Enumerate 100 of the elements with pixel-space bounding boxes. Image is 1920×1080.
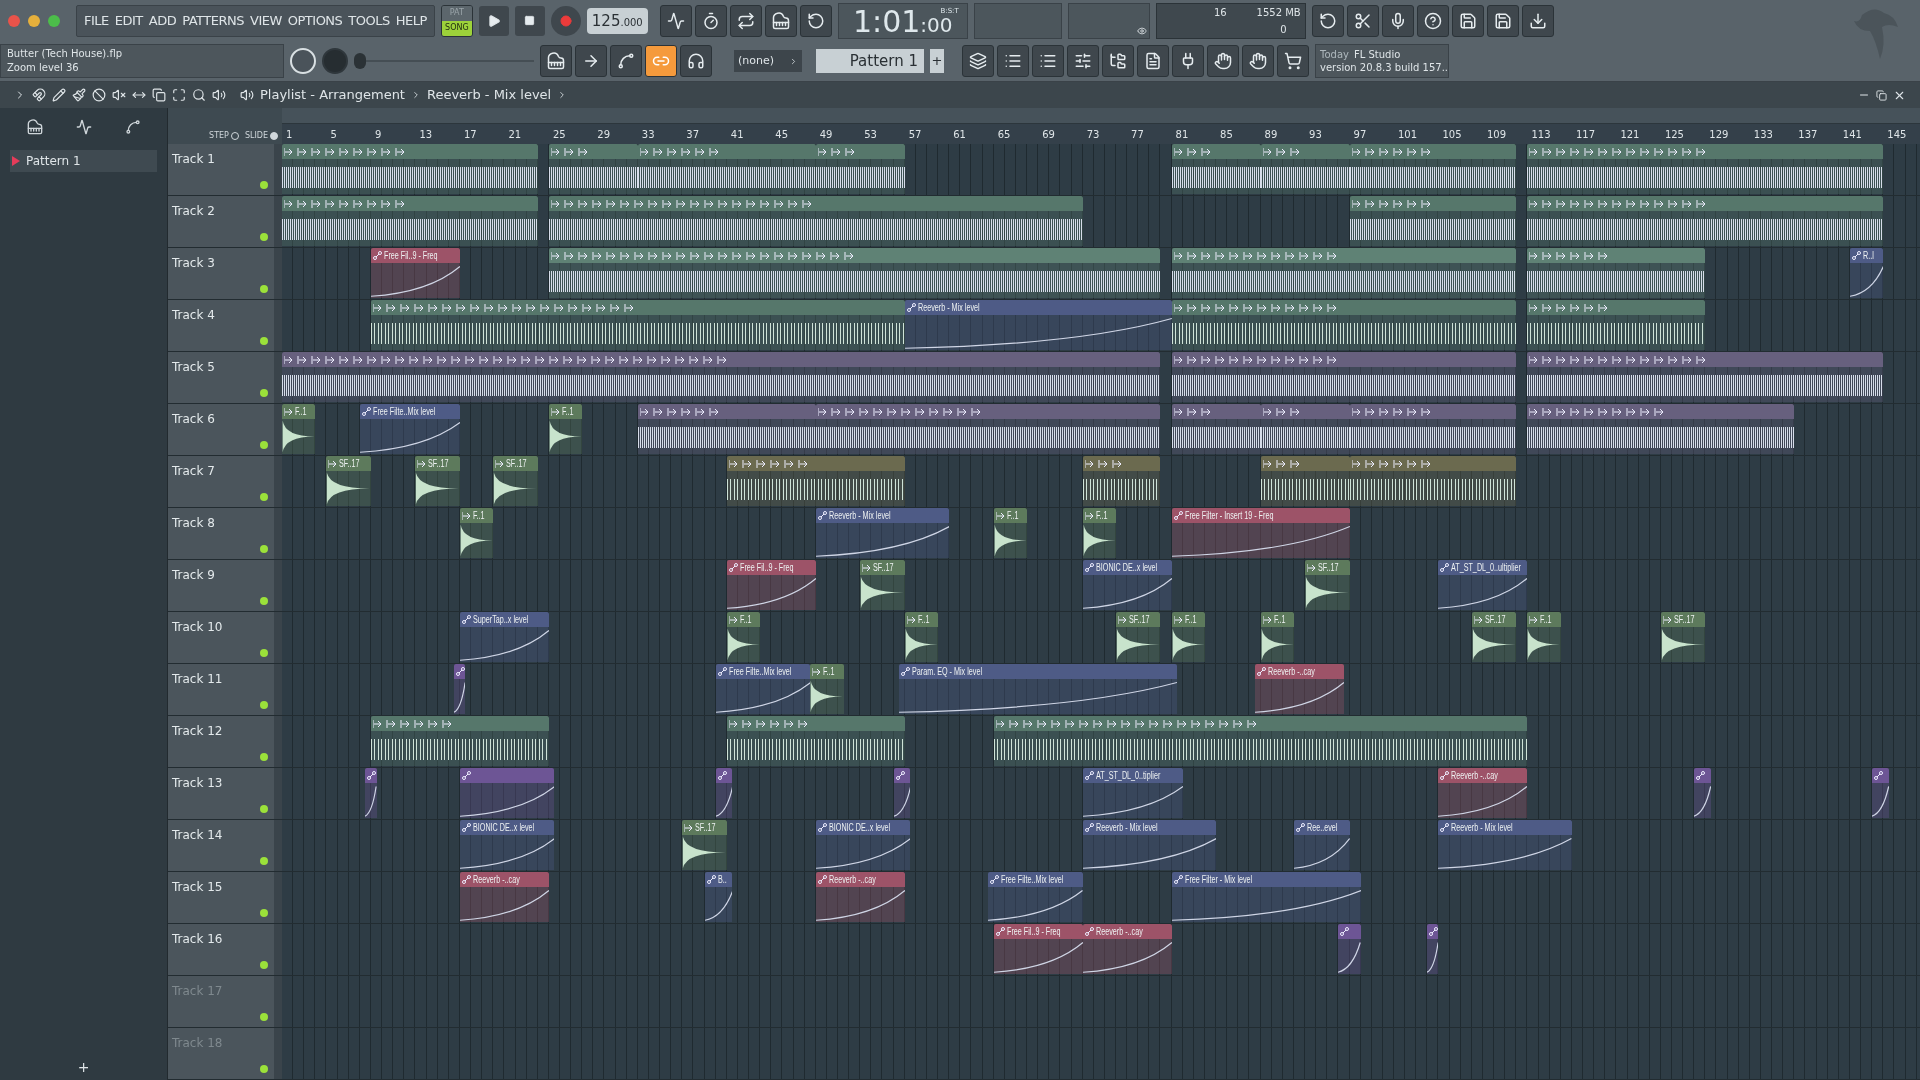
clip-header[interactable]: SF..17 xyxy=(326,456,371,471)
clip-header[interactable]: SF..17 xyxy=(1471,612,1517,627)
clip-header[interactable]: Free Filte..Mix level xyxy=(359,404,460,419)
track-lane[interactable]: Free Fil..9 - Freq Reeverb -..cay xyxy=(282,924,1920,975)
pattern-song-switch[interactable]: PAT SONG xyxy=(440,4,473,37)
clip-header[interactable]: F..1 xyxy=(548,404,583,419)
clip-header[interactable]: F..1 xyxy=(726,612,761,627)
track-header[interactable]: Track 14 xyxy=(168,820,274,871)
clip-header[interactable]: Free Fil..9 - Freq xyxy=(370,248,460,263)
track-header[interactable]: Track 13 xyxy=(168,768,274,819)
bar-number: 97 xyxy=(1353,128,1367,142)
track-header[interactable]: Track 4 xyxy=(168,300,274,351)
clip-header[interactable]: F..1 xyxy=(1082,508,1116,523)
track-lane[interactable]: F..1 Reeverb - Mix level F..1 F..1 Free Filter - Insert 19 - Freq xyxy=(282,508,1920,559)
clip-header[interactable]: F..1 xyxy=(459,508,494,523)
clip-header[interactable]: SF..17 xyxy=(682,820,727,835)
track-lane[interactable]: Reeverb -..cay B.. Reeverb -..cay Free Filte..Mix level Free Filter - Mix level xyxy=(282,872,1920,923)
breadcrumb-item[interactable]: Playlist - Arrangement xyxy=(260,85,405,105)
track-header[interactable]: Track 2 xyxy=(168,196,274,247)
clip-header[interactable]: SF..17 xyxy=(860,560,905,575)
add-button[interactable]: + xyxy=(77,1057,90,1080)
pattern-selector[interactable]: Pattern 1 xyxy=(816,49,924,73)
track-lane[interactable]: SF..17 SF..17 SF..17 xyxy=(282,456,1920,507)
track-header[interactable]: Track 1 xyxy=(168,144,274,195)
clip-header[interactable]: BIONIC DE..x level xyxy=(815,820,911,835)
add-pattern-button[interactable]: + xyxy=(930,49,944,73)
track-header[interactable]: Track 8 xyxy=(168,508,274,559)
clip-header[interactable]: SF..17 xyxy=(1660,612,1706,627)
clip-header[interactable]: Reeverb -..cay xyxy=(459,872,549,887)
menu-item[interactable]: PATTERNS xyxy=(179,10,247,31)
clip-header[interactable]: Reeverb - Mix level xyxy=(815,508,950,523)
clip-header[interactable]: Reeverb - Mix level xyxy=(1082,820,1217,835)
track-header[interactable]: Track 5 xyxy=(168,352,274,403)
track-lane[interactable]: AT_ST_DL_0..tiplier Reeverb -..cay xyxy=(282,768,1920,819)
clip-header[interactable]: Reeverb - Mix level xyxy=(1438,820,1572,835)
menu-item[interactable]: HELP xyxy=(392,10,430,31)
clip-header[interactable]: Free Filte..Mix level xyxy=(988,872,1083,887)
track-header[interactable]: Track 16 xyxy=(168,924,274,975)
bar-number: 5 xyxy=(330,128,337,142)
track-lane[interactable]: SuperTap..x level F..1 F..1 SF..17 F..1 F..1 SF..17 F..1 SF..17 xyxy=(282,612,1920,663)
clip-header[interactable]: AT_ST_DL_0..ultiplier xyxy=(1438,560,1528,575)
track-lane[interactable]: Free Fil..9 - Freq R..l xyxy=(282,248,1920,299)
track-header[interactable]: Track 10 xyxy=(168,612,274,663)
menu-item[interactable]: FILE xyxy=(81,10,112,31)
track-header[interactable]: Track 9 xyxy=(168,560,274,611)
clip-header[interactable]: F..1 xyxy=(282,404,316,419)
clip-header[interactable]: SuperTap..x level xyxy=(459,612,549,627)
clip-header[interactable]: Reeverb -..cay xyxy=(815,872,905,887)
track-header[interactable]: Track 3 xyxy=(168,248,274,299)
snap-option-label: STEP xyxy=(209,130,229,142)
clip-header[interactable]: Reeverb -..cay xyxy=(1255,664,1344,679)
pattern-list-item[interactable]: Pattern 1 xyxy=(10,150,157,172)
track-lane[interactable]: Free Filte..Mix level F..1 Param. EQ - Mix level Reeverb -..cay xyxy=(282,664,1920,715)
track-header[interactable]: Track 7 xyxy=(168,456,274,507)
track-header[interactable]: Track 12 xyxy=(168,716,274,767)
menu-item[interactable]: EDIT xyxy=(111,10,146,31)
clip-header[interactable]: Free Fil..9 - Freq xyxy=(993,924,1083,939)
clip-header[interactable]: F..1 xyxy=(904,612,939,627)
menu-item[interactable]: VIEW xyxy=(247,10,285,31)
clip-header[interactable]: F..1 xyxy=(1260,612,1294,627)
channel-selector[interactable]: (none) xyxy=(734,50,802,72)
menu-item[interactable]: OPTIONS xyxy=(284,10,346,31)
track-header[interactable]: Track 11 xyxy=(168,664,274,715)
track-lane[interactable]: Free Fil..9 - Freq SF..17 BIONIC DE..x level SF..17 AT_ST_DL_0..ultiplier xyxy=(282,560,1920,611)
news-panel[interactable]: Today FL Studio version 20.8.3 build 157.. xyxy=(1315,44,1449,78)
track-lane[interactable]: F..1 Free Filte..Mix level F..1 xyxy=(282,404,1920,455)
clip-header[interactable]: F..1 xyxy=(1171,612,1205,627)
clip-header[interactable]: F..1 xyxy=(993,508,1028,523)
clip-label: SuperTap..x level xyxy=(472,614,529,625)
bar-number: 33 xyxy=(641,128,655,142)
clip-header[interactable]: Reeverb -..cay xyxy=(1438,768,1528,783)
clip-header[interactable]: SF..17 xyxy=(415,456,460,471)
clip-header[interactable]: Free Fil..9 - Freq xyxy=(726,560,816,575)
clip-header[interactable]: SF..17 xyxy=(493,456,538,471)
tempo-field[interactable]: 125.000 xyxy=(586,7,648,34)
clip-header[interactable]: F..1 xyxy=(1527,612,1561,627)
track-header[interactable]: Track 15 xyxy=(168,872,274,923)
clip-header[interactable]: F..1 xyxy=(810,664,844,679)
clip-header[interactable]: SF..17 xyxy=(1116,612,1161,627)
clip-header[interactable]: Param. EQ - Mix level xyxy=(899,664,1178,679)
clip-header[interactable]: BIONIC DE..x level xyxy=(459,820,555,835)
track-lane[interactable]: BIONIC DE..x level SF..17 BIONIC DE..x level Reeverb - Mix level Ree..evel Reeverb - Mix level xyxy=(282,820,1920,871)
clip-header[interactable]: AT_ST_DL_0..tiplier xyxy=(1082,768,1183,783)
clip-header[interactable]: SF..17 xyxy=(1305,560,1350,575)
breadcrumb-item[interactable]: Reeverb - Mix level xyxy=(426,85,552,105)
clip-header[interactable]: Ree..evel xyxy=(1293,820,1350,835)
clip-header[interactable]: R..l xyxy=(1849,248,1884,263)
zoom-level-text: Zoom level 36 xyxy=(7,61,80,75)
menu-item[interactable]: TOOLS xyxy=(345,10,393,31)
clip-header[interactable]: B.. xyxy=(704,872,733,887)
clip-header[interactable]: Free Filte..Mix level xyxy=(715,664,811,679)
clip-header[interactable]: Free Filter - Insert 19 - Freq xyxy=(1171,508,1350,523)
menu-item[interactable]: ADD xyxy=(145,10,180,31)
timeline-ruler[interactable]: 1 5 9 13 17 21 25 29 33 37 41 45 49 53 57 61 65 69 73 77 81 85 89 93 97 101 105 109 113 117 121 125 129 133 137 141 145 xyxy=(282,124,1920,144)
clip-header[interactable]: Reeverb - Mix level xyxy=(904,300,1172,315)
clip-header[interactable]: Reeverb -..cay xyxy=(1082,924,1172,939)
clip-header[interactable]: Free Filter - Mix level xyxy=(1171,872,1361,887)
clip-header[interactable]: BIONIC DE..x level xyxy=(1082,560,1172,575)
track-header[interactable]: Track 6 xyxy=(168,404,274,455)
track-lane[interactable]: Reeverb - Mix level xyxy=(282,300,1920,351)
